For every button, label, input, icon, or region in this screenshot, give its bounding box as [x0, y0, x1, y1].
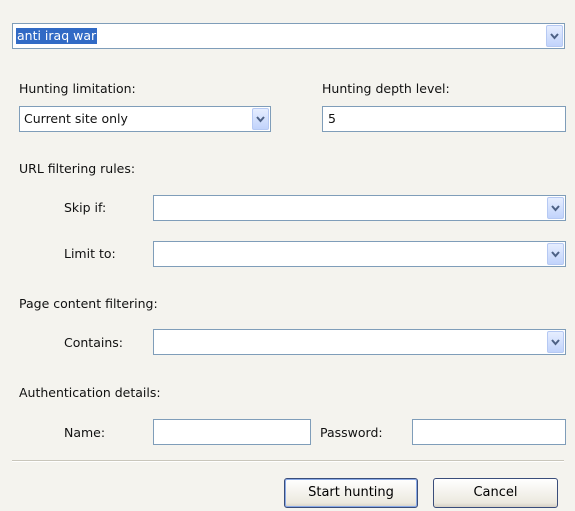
- limit-to-label: Limit to:: [64, 246, 116, 261]
- hunting-query-dropdown-button[interactable]: [546, 25, 563, 47]
- skip-if-combo[interactable]: [153, 195, 566, 221]
- limit-to-combo[interactable]: [153, 241, 566, 267]
- password-label: Password:: [320, 425, 383, 440]
- hunting-limitation-value: Current site only: [24, 111, 128, 126]
- chevron-down-icon: [256, 116, 265, 123]
- contains-dropdown-button[interactable]: [547, 331, 564, 353]
- chevron-down-icon: [551, 339, 560, 346]
- cancel-button[interactable]: Cancel: [433, 478, 558, 508]
- hunting-query-combo[interactable]: anti iraq war: [12, 23, 565, 49]
- name-label: Name:: [64, 425, 106, 440]
- chevron-down-icon: [551, 251, 560, 258]
- hunting-depth-field[interactable]: 5: [322, 106, 566, 132]
- separator: [12, 460, 564, 462]
- limit-to-dropdown-button[interactable]: [547, 243, 564, 265]
- chevron-down-icon: [551, 205, 560, 212]
- hunting-depth-label: Hunting depth level:: [322, 81, 450, 96]
- hunting-query-text[interactable]: anti iraq war: [16, 28, 98, 44]
- hunting-limitation-dropdown-button[interactable]: [252, 108, 269, 130]
- skip-if-label: Skip if:: [64, 200, 107, 215]
- contains-combo[interactable]: [153, 329, 566, 355]
- hunting-limitation-label: Hunting limitation:: [19, 81, 136, 96]
- page-content-filtering-label: Page content filtering:: [19, 296, 158, 311]
- authentication-details-label: Authentication details:: [19, 385, 161, 400]
- password-field[interactable]: [412, 419, 566, 445]
- skip-if-dropdown-button[interactable]: [547, 197, 564, 219]
- chevron-down-icon: [550, 33, 559, 40]
- start-hunting-button[interactable]: Start hunting: [284, 478, 418, 508]
- url-filtering-label: URL filtering rules:: [19, 161, 136, 176]
- hunting-limitation-select[interactable]: Current site only: [19, 106, 271, 132]
- contains-label: Contains:: [64, 335, 123, 350]
- hunting-depth-value: 5: [328, 111, 336, 126]
- name-field[interactable]: [153, 419, 311, 445]
